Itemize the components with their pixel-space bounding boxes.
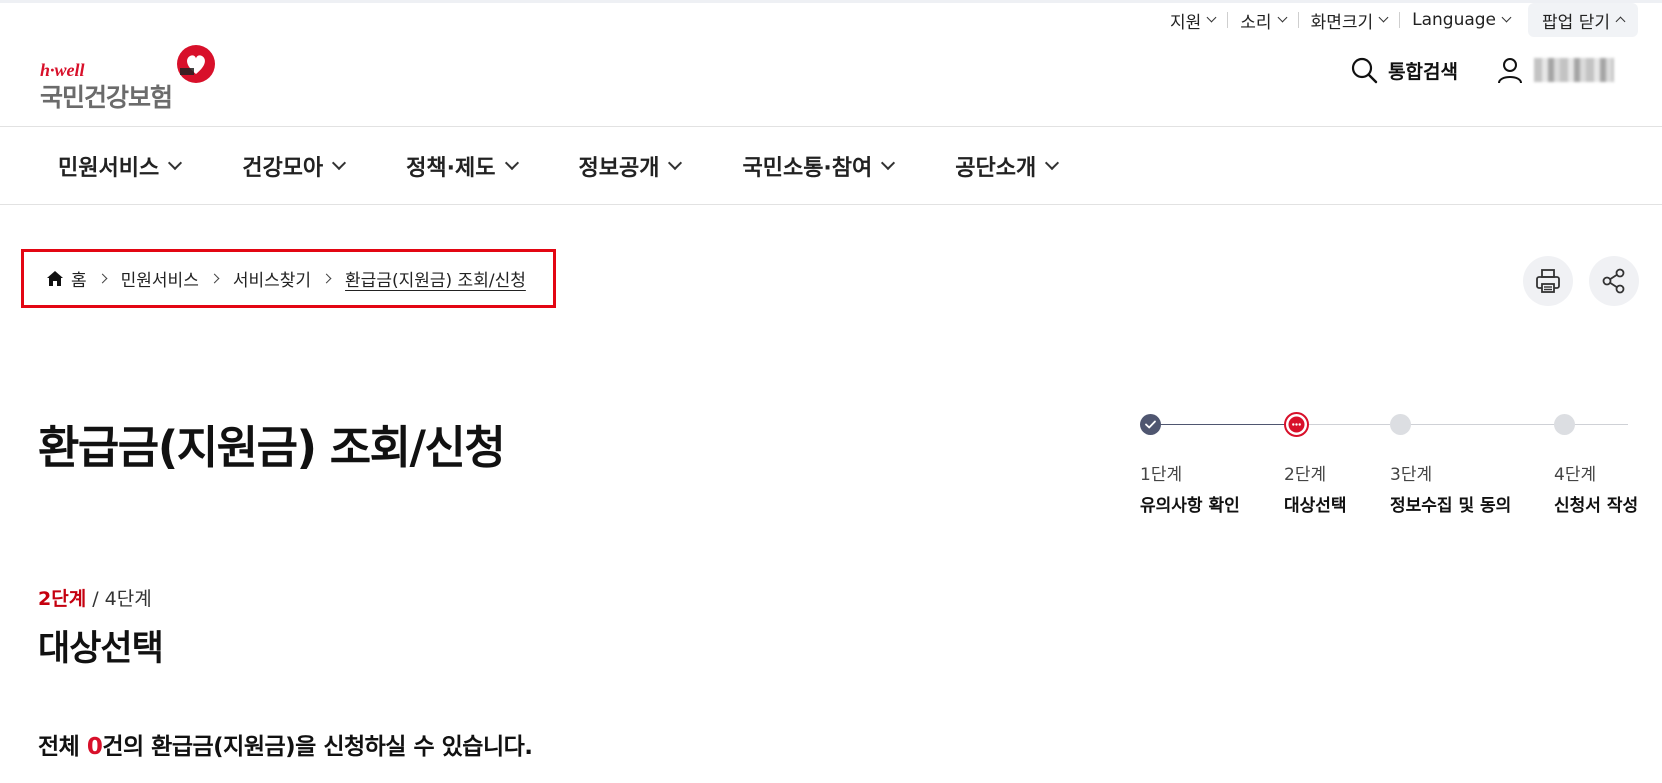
step-line-done	[1150, 424, 1294, 425]
utility-language[interactable]: Language	[1400, 10, 1522, 30]
step-2-number: 2단계	[1284, 465, 1327, 485]
page-title: 환급금(지원금) 조회/신청	[38, 421, 506, 474]
step-1-name: 유의사항 확인	[1140, 496, 1240, 516]
gnb-label: 민원서비스	[58, 156, 160, 181]
gnb-item-about[interactable]: 공단소개	[955, 150, 1060, 182]
chevron-up-icon	[1615, 16, 1626, 27]
share-icon	[1602, 268, 1625, 294]
search-icon	[1351, 57, 1378, 84]
gnb-label: 공단소개	[955, 156, 1037, 181]
site-logo[interactable]: h·well 국민건강보험	[40, 44, 220, 112]
chevron-right-icon	[209, 273, 220, 284]
chevron-down-icon	[1378, 12, 1389, 23]
chevron-down-icon	[881, 155, 896, 171]
utility-support[interactable]: 지원	[1158, 8, 1227, 33]
chevron-right-icon	[97, 273, 108, 284]
step-current-icon	[1284, 412, 1309, 437]
user-menu-button[interactable]	[1496, 56, 1614, 84]
print-icon	[1536, 269, 1560, 293]
gnb-label: 정보공개	[578, 156, 660, 181]
chevron-down-icon	[332, 155, 347, 171]
summary-prefix: 전체	[38, 734, 87, 760]
breadcrumb-current[interactable]: 환급금(지원금) 조회/신청	[345, 266, 526, 291]
chevron-down-icon	[168, 155, 183, 171]
utility-sound-label: 소리	[1240, 12, 1272, 33]
breadcrumb-service-search[interactable]: 서비스찾기	[233, 266, 311, 291]
utility-bar: 지원 소리 화면크기 Language 팝업 닫기	[1158, 3, 1638, 37]
popup-close-label: 팝업 닫기	[1542, 12, 1610, 33]
user-icon	[1498, 58, 1522, 84]
gnb-item-policy[interactable]: 정책·제도	[406, 150, 519, 182]
chevron-down-icon	[1045, 155, 1060, 171]
gnb-item-disclosure[interactable]: 정보공개	[578, 150, 683, 182]
top-accent-line	[0, 0, 1662, 3]
popup-close-button[interactable]: 팝업 닫기	[1528, 3, 1638, 37]
step-3-number: 3단계	[1390, 465, 1433, 485]
gnb-label: 건강모아	[242, 156, 324, 181]
breadcrumb-home[interactable]: 홈	[46, 266, 87, 291]
summary-suffix: 건의 환급금(지원금)을 신청하실 수 있습니다.	[102, 734, 533, 760]
main-navigation: 민원서비스 건강모아 정책·제도 정보공개 국민소통·참여 공단소개	[0, 126, 1662, 205]
step-4-name: 신청서 작성	[1554, 496, 1639, 516]
step-indicator-total: / 4단계	[92, 588, 152, 610]
logo-maintext: 국민건강보험	[40, 83, 173, 112]
integrated-search-button[interactable]: 통합검색	[1350, 56, 1458, 84]
step-2-name: 대상선택	[1284, 496, 1347, 516]
heart-logo-icon	[177, 45, 215, 83]
home-icon	[47, 271, 63, 286]
header-actions: 통합검색	[1350, 56, 1614, 84]
gnb-item-health[interactable]: 건강모아	[242, 150, 347, 182]
chevron-down-icon	[1277, 12, 1288, 23]
step-line-pending	[1294, 424, 1628, 425]
utility-sound[interactable]: 소리	[1228, 8, 1297, 33]
utility-font-size[interactable]: 화면크기	[1299, 8, 1400, 33]
step-3-name: 정보수집 및 동의	[1390, 496, 1512, 516]
step-4-number: 4단계	[1554, 465, 1597, 485]
chevron-down-icon	[668, 155, 683, 171]
breadcrumb-home-label: 홈	[71, 271, 87, 291]
integrated-search-label: 통합검색	[1388, 60, 1458, 83]
step-done-check-icon	[1140, 414, 1161, 435]
chevron-down-icon	[1206, 12, 1217, 23]
progress-stepper: 1단계 유의사항 확인 2단계 대상선택 3단계 정보수집 및 동의 4단계 신…	[1140, 412, 1660, 516]
gnb-item-civil-service[interactable]: 민원서비스	[58, 150, 183, 182]
gnb-item-participation[interactable]: 국민소통·참여	[742, 150, 896, 182]
breadcrumb: 홈 민원서비스 서비스찾기 환급금(지원금) 조회/신청	[46, 266, 526, 291]
gnb-label: 국민소통·참여	[742, 156, 873, 181]
step-pending-dot	[1554, 414, 1575, 435]
result-summary: 전체 0건의 환급금(지원금)을 신청하실 수 있습니다.	[38, 727, 533, 761]
step-indicator: 2단계 / 4단계	[38, 584, 152, 611]
chevron-down-icon	[1501, 12, 1512, 23]
step-indicator-current: 2단계	[38, 588, 87, 610]
print-button[interactable]	[1523, 256, 1573, 306]
step-pending-dot	[1390, 414, 1411, 435]
share-button[interactable]	[1589, 256, 1639, 306]
step-1-number: 1단계	[1140, 465, 1183, 485]
user-name-redacted	[1534, 58, 1614, 82]
utility-font-size-label: 화면크기	[1310, 12, 1374, 33]
chevron-down-icon	[504, 155, 519, 171]
utility-support-label: 지원	[1170, 12, 1202, 33]
utility-language-label: Language	[1412, 10, 1497, 30]
section-title: 대상선택	[38, 629, 164, 669]
chevron-right-icon	[321, 273, 332, 284]
gnb-label: 정책·제도	[406, 156, 496, 181]
breadcrumb-civil-service[interactable]: 민원서비스	[121, 266, 199, 291]
summary-count: 0	[86, 734, 103, 760]
